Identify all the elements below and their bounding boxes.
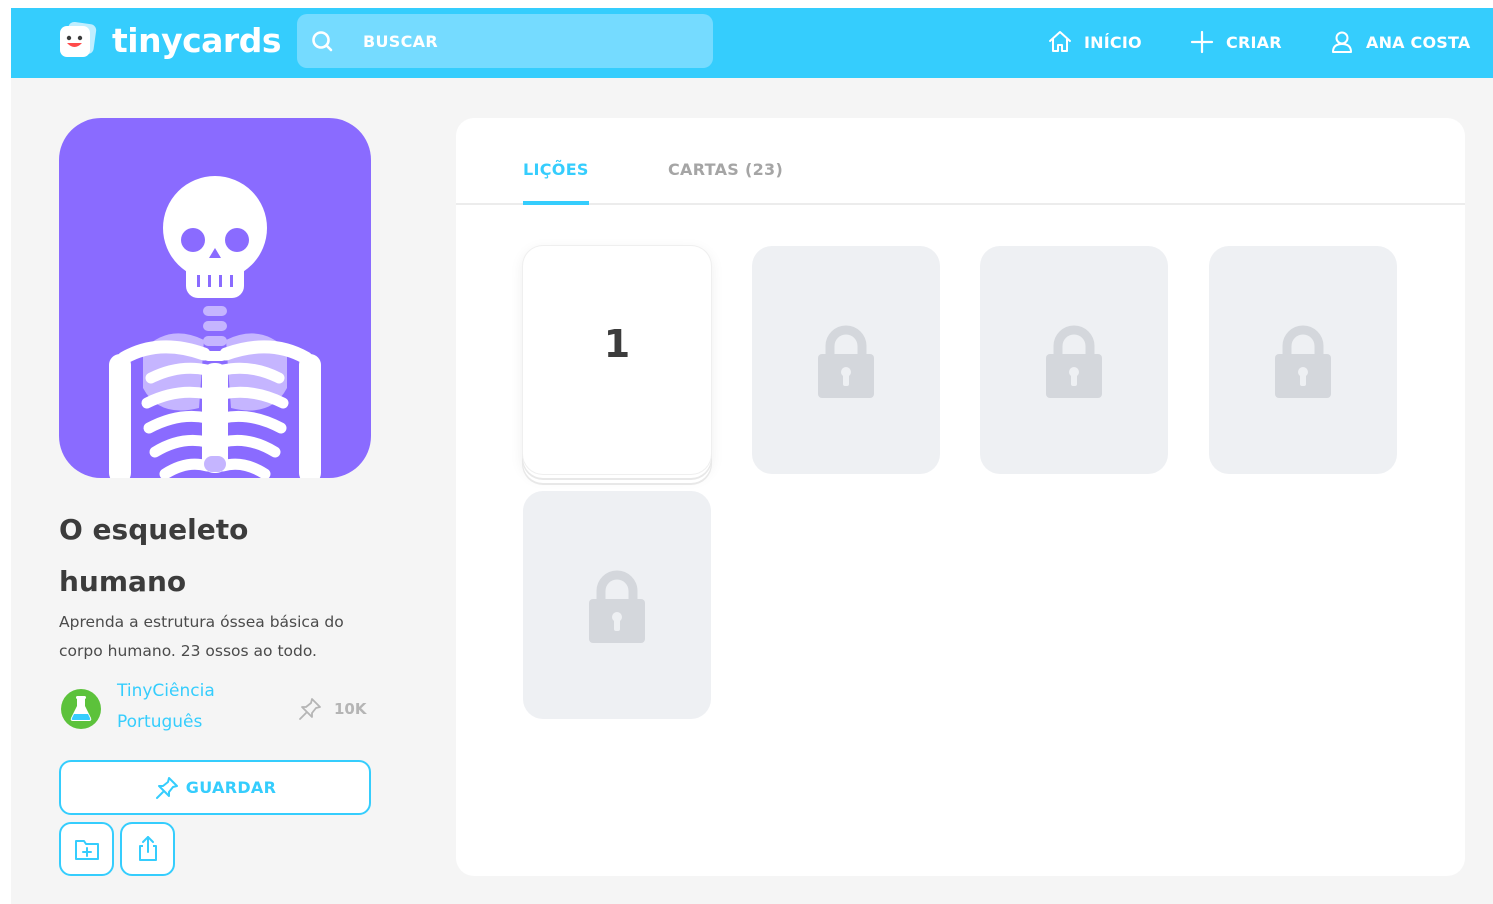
lesson-number: 1: [603, 322, 631, 366]
nav-create-label: CRIAR: [1226, 32, 1282, 52]
lesson-card-locked: [1209, 246, 1397, 474]
lock-icon: [589, 570, 645, 643]
search-input[interactable]: BUSCAR: [297, 14, 713, 68]
nav-create[interactable]: CRIAR: [1189, 28, 1282, 56]
deck-title: O esqueleto humano: [59, 513, 249, 598]
saves-number: 10K: [334, 700, 367, 718]
nav-user-label: ANA COSTA: [1366, 32, 1471, 52]
saves-count: 10K: [297, 696, 367, 722]
lock-icon: [1046, 325, 1102, 398]
user-icon: [1332, 31, 1352, 53]
author-name-link[interactable]: TinyCiência Português: [117, 676, 277, 738]
nav-home[interactable]: INÍCIO: [1047, 28, 1142, 56]
lesson-card-locked: [523, 491, 711, 719]
author-avatar[interactable]: [61, 689, 101, 729]
pin-icon: [155, 776, 178, 799]
deck-description: Aprenda a estrutura óssea básica do corp…: [59, 613, 344, 660]
lesson-card-locked: [980, 246, 1168, 474]
tab-cards[interactable]: CARTAS (23): [668, 160, 783, 205]
app-frame: tinycards BUSCAR INÍCIO CRIAR ANA COSTA …: [11, 8, 1493, 904]
app-name: tinycards: [112, 20, 281, 60]
nav-user[interactable]: ANA COSTA: [1329, 28, 1470, 56]
share-button[interactable]: [120, 822, 175, 876]
tab-lessons[interactable]: LIÇÕES: [523, 160, 589, 205]
home-icon: [1049, 31, 1071, 52]
save-button-label: GUARDAR: [185, 778, 277, 797]
nav-home-label: INÍCIO: [1084, 32, 1142, 52]
logo-icon: [58, 21, 98, 59]
lock-icon: [818, 325, 874, 398]
lessons-panel: LIÇÕES CARTAS (23) 1: [456, 118, 1465, 876]
search-placeholder: BUSCAR: [363, 32, 438, 51]
save-button[interactable]: GUARDAR: [59, 760, 371, 815]
add-to-folder-button[interactable]: [59, 822, 114, 876]
lock-icon: [1275, 325, 1331, 398]
tab-bar: LIÇÕES CARTAS (23): [456, 118, 1465, 205]
flask-icon: [70, 696, 92, 721]
tinycards-logo[interactable]: tinycards: [58, 18, 281, 62]
lesson-card-1[interactable]: 1: [523, 246, 711, 474]
lesson-card-locked: [752, 246, 940, 474]
top-bar: tinycards BUSCAR INÍCIO CRIAR ANA COSTA: [11, 8, 1493, 78]
skeleton-illustration: [109, 176, 321, 478]
pin-icon: [299, 698, 321, 720]
deck-cover-image: [59, 118, 371, 478]
folder-add-icon: [74, 840, 99, 860]
share-icon: [138, 836, 157, 861]
search-icon: [312, 31, 333, 52]
deck-author: TinyCiência Português 10K: [59, 676, 379, 740]
plus-icon: [1190, 30, 1214, 54]
